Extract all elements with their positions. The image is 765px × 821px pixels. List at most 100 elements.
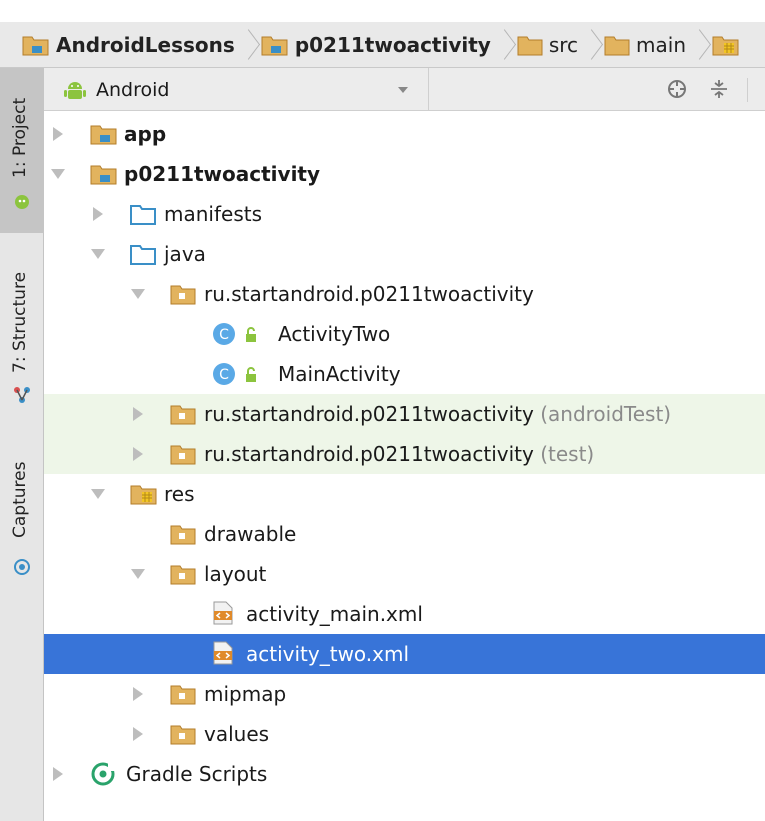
- expand-arrow-icon[interactable]: [133, 687, 143, 701]
- expand-arrow-icon[interactable]: [133, 447, 143, 461]
- scroll-from-source-icon[interactable]: [666, 78, 688, 100]
- resource-folder-icon: [712, 36, 739, 55]
- android-icon: [15, 195, 29, 209]
- folder-icon: [604, 36, 630, 55]
- svg-text:C: C: [219, 327, 229, 343]
- tree-node-values[interactable]: values: [44, 714, 765, 754]
- tree-label: values: [204, 722, 270, 746]
- folder-icon: [170, 685, 196, 705]
- captures-tab-label: Captures: [10, 461, 30, 538]
- module-folder-icon: [261, 36, 288, 55]
- breadcrumb-separator: [692, 28, 706, 62]
- captures-tool-tab[interactable]: Captures: [0, 438, 44, 588]
- package-name: ru.startandroid.p0211twoactivity: [204, 402, 534, 426]
- tree-node-activitytwo[interactable]: C ActivityTwo: [44, 314, 765, 354]
- tree-label: java: [164, 242, 206, 266]
- project-toolbar: Android: [44, 68, 765, 111]
- tree-node-package-androidtest[interactable]: ru.startandroid.p0211twoactivity (androi…: [44, 394, 765, 434]
- tree-node-mipmap[interactable]: mipmap: [44, 674, 765, 714]
- tree-label: activity_main.xml: [246, 602, 423, 626]
- tree-node-activity-two-xml[interactable]: activity_two.xml: [44, 634, 765, 674]
- module-folder-icon: [90, 125, 117, 145]
- collapse-arrow-icon[interactable]: [91, 249, 105, 259]
- class-icon: C: [213, 363, 235, 385]
- breadcrumb-separator: [241, 28, 255, 62]
- tree-node-drawable[interactable]: drawable: [44, 514, 765, 554]
- source-set-suffix: (androidTest): [540, 402, 672, 426]
- tree-label: ActivityTwo: [278, 322, 391, 346]
- android-icon: [64, 81, 86, 99]
- tree-label: MainActivity: [278, 362, 401, 386]
- chevron-down-icon: [398, 87, 408, 93]
- view-selector-dropdown[interactable]: Android: [44, 68, 429, 111]
- tool-window-sidebar: 1: Project 7: Structure Captures: [0, 68, 44, 821]
- tree-node-package-test[interactable]: ru.startandroid.p0211twoactivity (test): [44, 434, 765, 474]
- breadcrumb-separator: [584, 28, 598, 62]
- expand-arrow-icon[interactable]: [93, 207, 103, 221]
- structure-tab-label: 7: Structure: [10, 271, 30, 373]
- tree-node-activity-main-xml[interactable]: activity_main.xml: [44, 594, 765, 634]
- breadcrumb-separator: [497, 28, 511, 62]
- structure-tool-tab[interactable]: 7: Structure: [0, 248, 44, 408]
- tree-label: layout: [204, 562, 267, 586]
- collapse-all-icon[interactable]: [708, 78, 730, 100]
- breadcrumb-item-res[interactable]: [712, 34, 746, 56]
- folder-icon: [130, 245, 156, 265]
- breadcrumb-label: main: [636, 32, 687, 57]
- breadcrumb-label: AndroidLessons: [56, 32, 235, 57]
- expand-arrow-icon[interactable]: [133, 727, 143, 741]
- source-set-suffix: (test): [540, 442, 595, 466]
- package-name: ru.startandroid.p0211twoactivity: [204, 442, 534, 466]
- tree-label: drawable: [204, 522, 297, 546]
- tree-label: p0211twoactivity: [124, 162, 321, 186]
- tree-node-layout[interactable]: layout: [44, 554, 765, 594]
- package-icon: [170, 405, 196, 425]
- svg-text:C: C: [219, 367, 229, 383]
- breadcrumb-item-src[interactable]: src: [517, 33, 578, 57]
- tree-label: mipmap: [204, 682, 287, 706]
- folder-icon: [170, 525, 196, 545]
- tree-node-gradle-scripts[interactable]: Gradle Scripts: [44, 754, 765, 794]
- collapse-arrow-icon[interactable]: [91, 489, 105, 499]
- public-access-icon: [246, 367, 256, 382]
- project-tab-label: 1: Project: [10, 97, 30, 178]
- folder-icon: [130, 205, 156, 225]
- tree-label: activity_two.xml: [246, 642, 410, 666]
- collapse-arrow-icon[interactable]: [51, 169, 65, 179]
- expand-arrow-icon[interactable]: [53, 127, 63, 141]
- tree-label: res: [164, 482, 195, 506]
- collapse-arrow-icon[interactable]: [131, 289, 145, 299]
- toolbar-divider: [747, 78, 748, 102]
- tree-label: manifests: [164, 202, 262, 226]
- tree-node-module[interactable]: p0211twoactivity: [44, 154, 765, 194]
- package-icon: [170, 445, 196, 465]
- breadcrumb: AndroidLessons p0211twoactivity src main: [0, 22, 765, 68]
- tree-node-app[interactable]: app: [44, 114, 765, 154]
- captures-icon: [14, 559, 30, 575]
- expand-arrow-icon[interactable]: [133, 407, 143, 421]
- class-icon: C: [213, 323, 235, 345]
- folder-icon: [517, 36, 543, 55]
- package-icon: [170, 285, 196, 305]
- module-folder-icon: [90, 165, 117, 185]
- project-tool-tab[interactable]: 1: Project: [0, 68, 44, 233]
- xml-file-icon: [213, 641, 233, 665]
- expand-arrow-icon[interactable]: [53, 767, 63, 781]
- folder-icon: [170, 565, 196, 585]
- window-top-strip: [0, 0, 765, 22]
- structure-icon: [14, 387, 30, 403]
- collapse-arrow-icon[interactable]: [131, 569, 145, 579]
- view-selector-label: Android: [96, 78, 170, 101]
- tree-node-res[interactable]: res: [44, 474, 765, 514]
- tree-label: app: [124, 122, 167, 146]
- tree-node-package[interactable]: ru.startandroid.p0211twoactivity: [44, 274, 765, 314]
- breadcrumb-item-androidlessons[interactable]: AndroidLessons: [22, 33, 235, 57]
- module-folder-icon: [22, 36, 49, 55]
- breadcrumb-item-module[interactable]: p0211twoactivity: [261, 33, 491, 57]
- breadcrumb-item-main[interactable]: main: [604, 33, 686, 57]
- folder-icon: [170, 725, 196, 745]
- tree-node-manifests[interactable]: manifests: [44, 194, 765, 234]
- gradle-icon: [91, 762, 116, 786]
- tree-node-mainactivity[interactable]: C MainActivity: [44, 354, 765, 394]
- tree-node-java[interactable]: java: [44, 234, 765, 274]
